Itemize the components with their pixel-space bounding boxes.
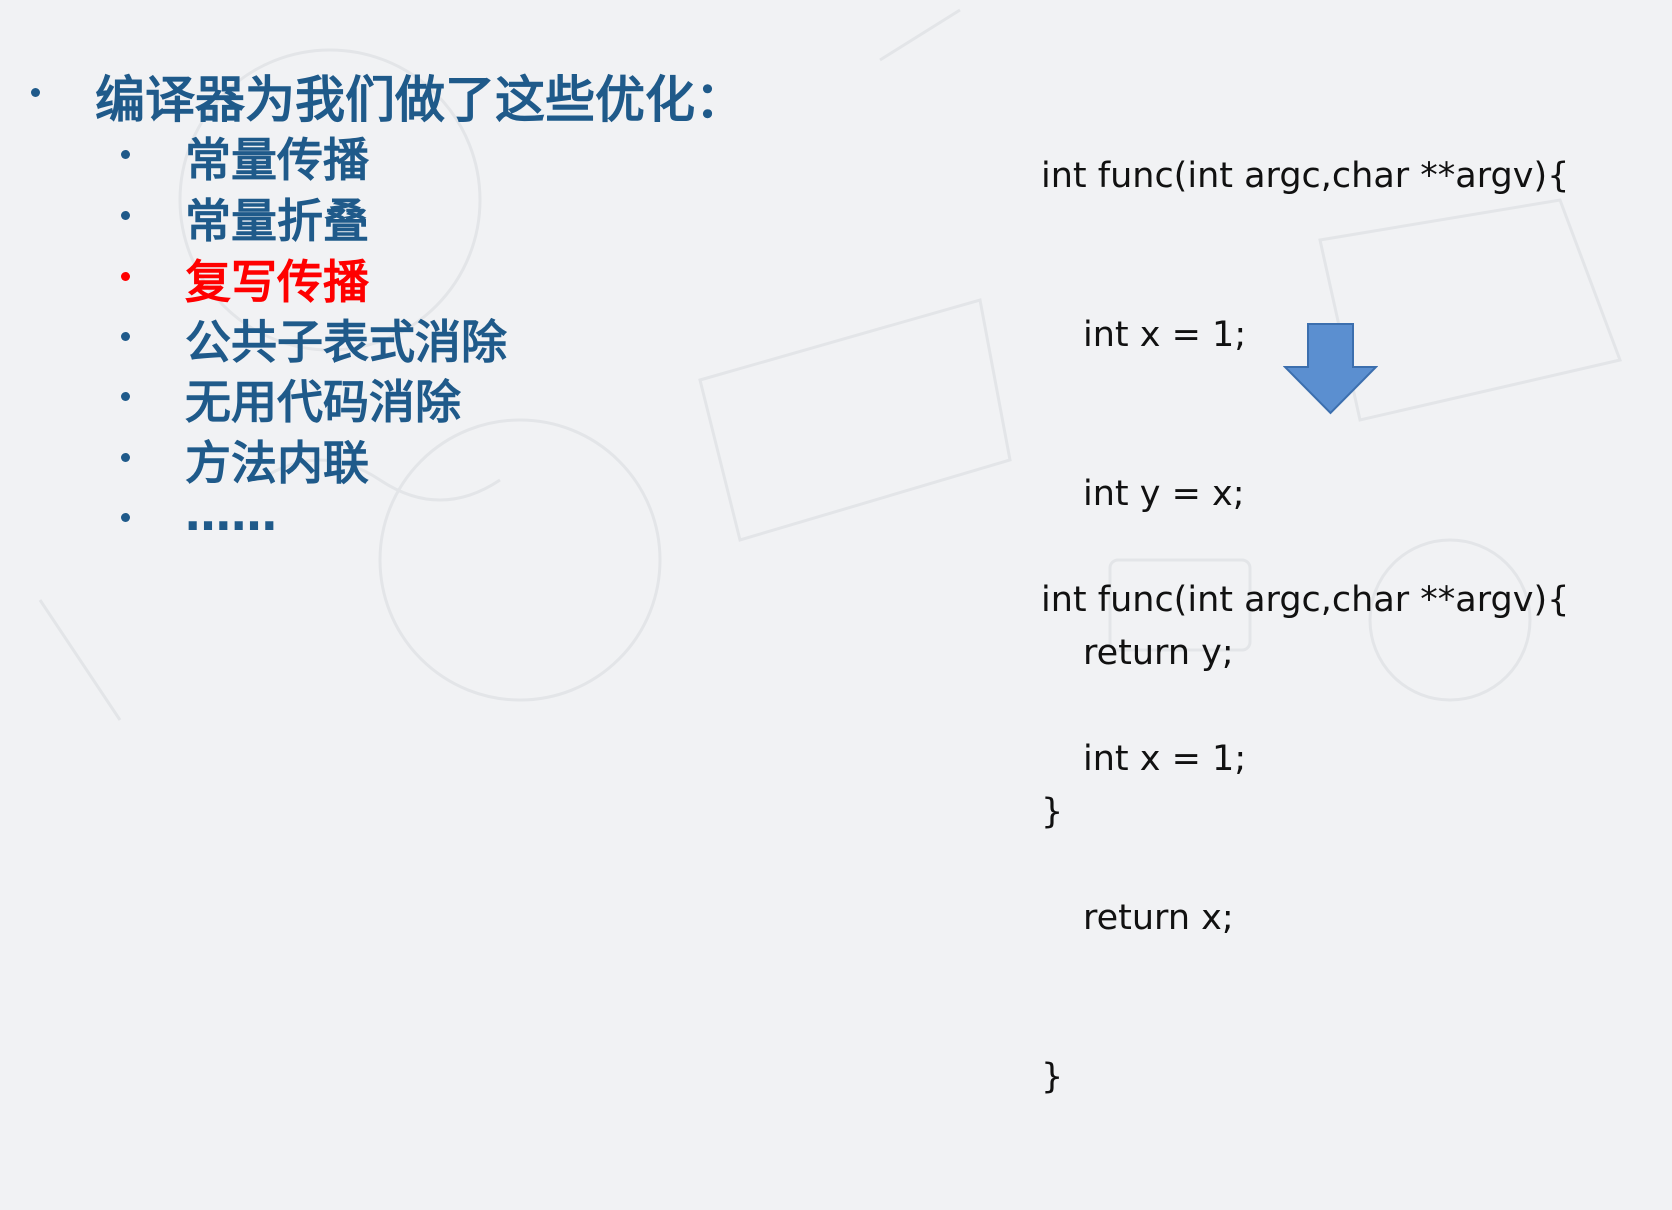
bullet-dot xyxy=(121,150,130,159)
heading-text: 编译器为我们做了这些优化： xyxy=(95,71,745,129)
bullet-dot xyxy=(121,453,130,462)
list-item-text: 公共子表式消除 xyxy=(185,315,507,369)
optimization-bullet-list: 编译器为我们做了这些优化： 常量传播 常量折叠 复写传播 公共子表式消除 无用代… xyxy=(0,0,900,732)
list-item-text: 常量折叠 xyxy=(185,194,369,248)
list-item-text: …… xyxy=(185,487,277,541)
code-line: int x = 1; xyxy=(1083,739,1247,779)
code-block-after: int func(int argc,char **argv){ int x = … xyxy=(1041,468,1569,1210)
down-arrow-icon xyxy=(1283,323,1378,415)
list-item-text-highlighted: 复写传播 xyxy=(185,255,369,309)
list-item-text: 无用代码消除 xyxy=(185,375,461,429)
list-item-text: 方法内联 xyxy=(185,436,369,490)
slide: 编译器为我们做了这些优化： 常量传播 常量折叠 复写传播 公共子表式消除 无用代… xyxy=(0,0,1672,1097)
bullet-dot xyxy=(121,272,130,281)
list-item-text: 常量传播 xyxy=(185,133,369,187)
bullet-dot xyxy=(121,332,130,341)
code-line: int func(int argc,char **argv){ xyxy=(1041,580,1570,620)
bullet-dot xyxy=(121,392,130,401)
code-line: } xyxy=(1041,1057,1064,1097)
bullet-dot xyxy=(121,211,130,220)
bullet-dot xyxy=(121,513,130,522)
bullet-dot xyxy=(31,88,40,97)
code-line: int func(int argc,char **argv){ xyxy=(1041,156,1570,196)
code-line: return x; xyxy=(1083,898,1234,938)
